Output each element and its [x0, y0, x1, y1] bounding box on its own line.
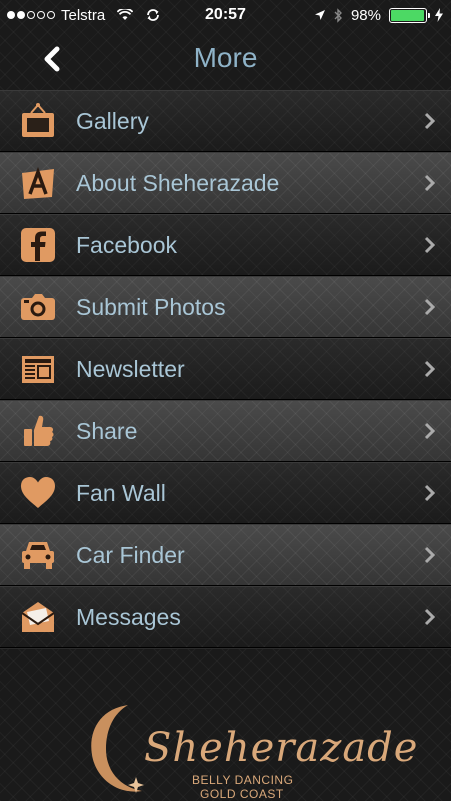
bluetooth-icon	[334, 7, 343, 23]
menu-item-label: Fan Wall	[76, 479, 166, 506]
chevron-left-icon	[44, 46, 60, 72]
wifi-icon	[117, 9, 134, 21]
heart-icon	[16, 471, 60, 515]
menu-item-label: About Sheherazade	[76, 169, 280, 196]
newspaper-icon	[16, 347, 60, 391]
logo-subtitle-line2: GOLD COAST	[200, 787, 284, 801]
envelope-icon	[16, 595, 60, 639]
menu-item-label: Facebook	[76, 231, 178, 258]
logo-subtitle-line1: BELLY DANCING	[192, 773, 294, 787]
chevron-right-icon	[424, 236, 436, 254]
picture-frame-icon	[16, 99, 60, 143]
menu-item-label: Gallery	[76, 107, 149, 134]
chevron-right-icon	[424, 298, 436, 316]
menu-item-label: Share	[76, 417, 138, 444]
sheherazade-logo: Sheherazade BELLY DANCING GOLD COAST	[80, 689, 417, 801]
chevron-right-icon	[424, 422, 436, 440]
menu-item-messages[interactable]: Messages	[0, 586, 451, 648]
menu-item-newsletter[interactable]: Newsletter	[0, 338, 451, 400]
menu-item-label: Submit Photos	[76, 293, 226, 320]
facebook-icon	[16, 223, 60, 267]
menu-item-share[interactable]: Share	[0, 400, 451, 462]
menu-item-label: Messages	[76, 603, 181, 630]
battery-icon	[389, 7, 430, 23]
chevron-right-icon	[424, 608, 436, 626]
chevron-right-icon	[424, 484, 436, 502]
chevron-right-icon	[424, 546, 436, 564]
back-button[interactable]	[38, 44, 68, 74]
battery-percent: 98%	[350, 6, 381, 24]
camera-icon	[16, 285, 60, 329]
chevron-right-icon	[424, 174, 436, 192]
sync-icon	[145, 8, 161, 22]
signal-strength-icon	[7, 11, 55, 19]
carrier-name: Telstra	[61, 6, 106, 24]
chevron-right-icon	[424, 112, 436, 130]
chevron-right-icon	[424, 360, 436, 378]
menu-item-submit-photos[interactable]: Submit Photos	[0, 276, 451, 338]
letter-a-icon	[16, 161, 60, 205]
menu-item-fan-wall[interactable]: Fan Wall	[0, 462, 451, 524]
car-icon	[16, 533, 60, 577]
menu-list: Gallery About Sheherazade Facebook Submi…	[0, 90, 451, 648]
thumbs-up-icon	[16, 409, 60, 453]
footer-logo-area: Sheherazade BELLY DANCING GOLD COAST	[0, 648, 451, 801]
navigation-bar: More	[0, 30, 451, 90]
charging-bolt-icon	[435, 8, 443, 22]
menu-item-car-finder[interactable]: Car Finder	[0, 524, 451, 586]
menu-item-facebook[interactable]: Facebook	[0, 214, 451, 276]
menu-item-label: Newsletter	[76, 355, 185, 382]
menu-item-label: Car Finder	[76, 541, 185, 568]
location-arrow-icon	[314, 9, 326, 21]
menu-item-about-sheherazade[interactable]: About Sheherazade	[0, 152, 451, 214]
menu-item-gallery[interactable]: Gallery	[0, 90, 451, 152]
status-bar: Telstra 20:57 98%	[0, 0, 451, 30]
logo-title: Sheherazade	[144, 725, 419, 771]
